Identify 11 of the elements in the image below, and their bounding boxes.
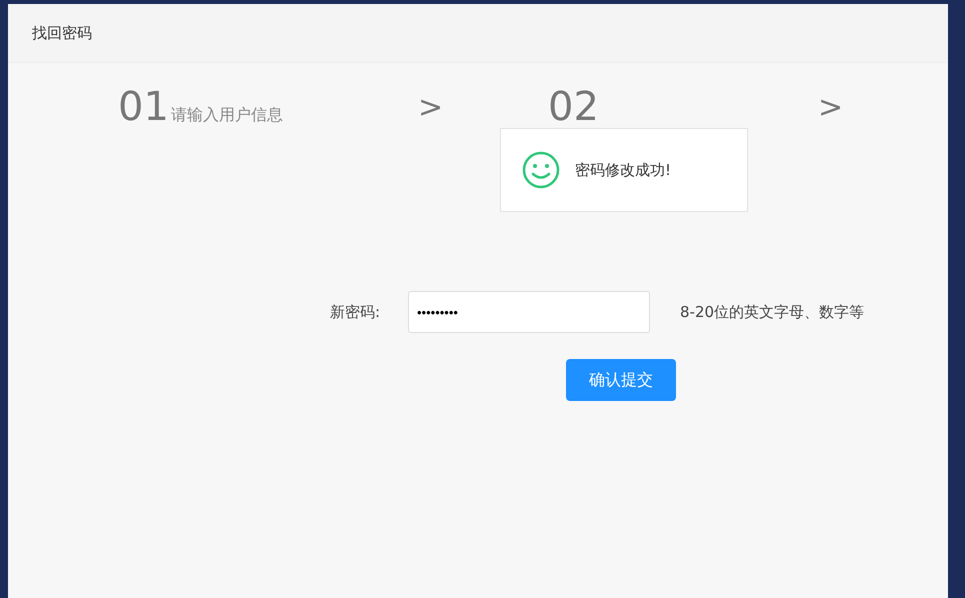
step-separator: > [818, 90, 844, 124]
field-label: 新密码: [330, 302, 382, 322]
smile-icon [521, 150, 561, 190]
field-hint: 8-20位的英文字母、数字等 [680, 302, 864, 322]
step-separator: > [418, 90, 444, 124]
password-field[interactable]: ••••••••• [408, 291, 650, 333]
toast-text: 密码修改成功! [575, 160, 672, 180]
step-number: 01 [118, 84, 169, 130]
window-title: 找回密码 [32, 24, 92, 42]
step-number: 02 [548, 84, 599, 130]
step-label: 请输入用户信息 [170, 105, 283, 126]
